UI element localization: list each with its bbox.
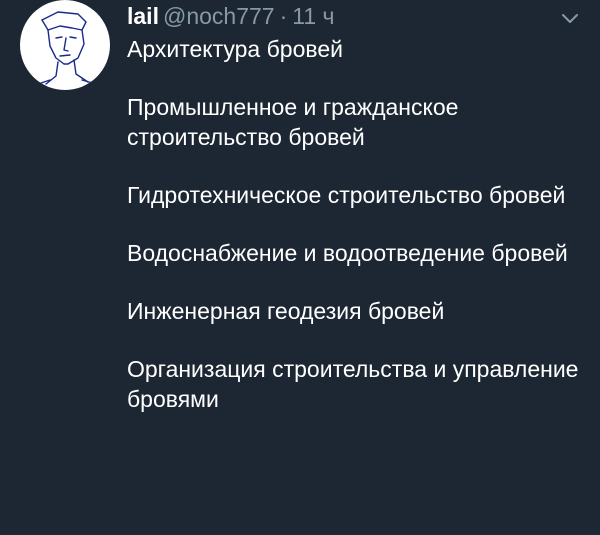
- tweet-menu-button[interactable]: [558, 6, 582, 30]
- tweet-line: Промышленное и гражданское строительство…: [127, 94, 459, 150]
- tweet-line: Водоснабжение и водоотведение бровей: [127, 240, 568, 266]
- tweet-line: Инженерная геодезия бровей: [127, 298, 445, 324]
- tweet-line: Архитектура бровей: [127, 36, 343, 62]
- author-handle[interactable]: @noch777: [163, 3, 275, 29]
- author-display-name[interactable]: lail: [127, 3, 159, 29]
- sketched-face-avatar-icon: [37, 11, 97, 85]
- chevron-down-icon: [562, 14, 578, 23]
- tweet-line: Гидротехническое строительство бровей: [127, 182, 566, 208]
- header-separator: ·: [279, 3, 288, 29]
- avatar[interactable]: [20, 0, 110, 90]
- tweet-text: Архитектура бровей Промышленное и гражда…: [127, 34, 587, 442]
- tweet: lail @noch777 · 11 ч Архитектура бровей Про…: [0, 0, 600, 535]
- tweet-header: lail @noch777 · 11 ч: [127, 2, 335, 30]
- tweet-line: Организация строительства и управление б…: [127, 356, 579, 412]
- tweet-timestamp[interactable]: 11 ч: [292, 3, 334, 29]
